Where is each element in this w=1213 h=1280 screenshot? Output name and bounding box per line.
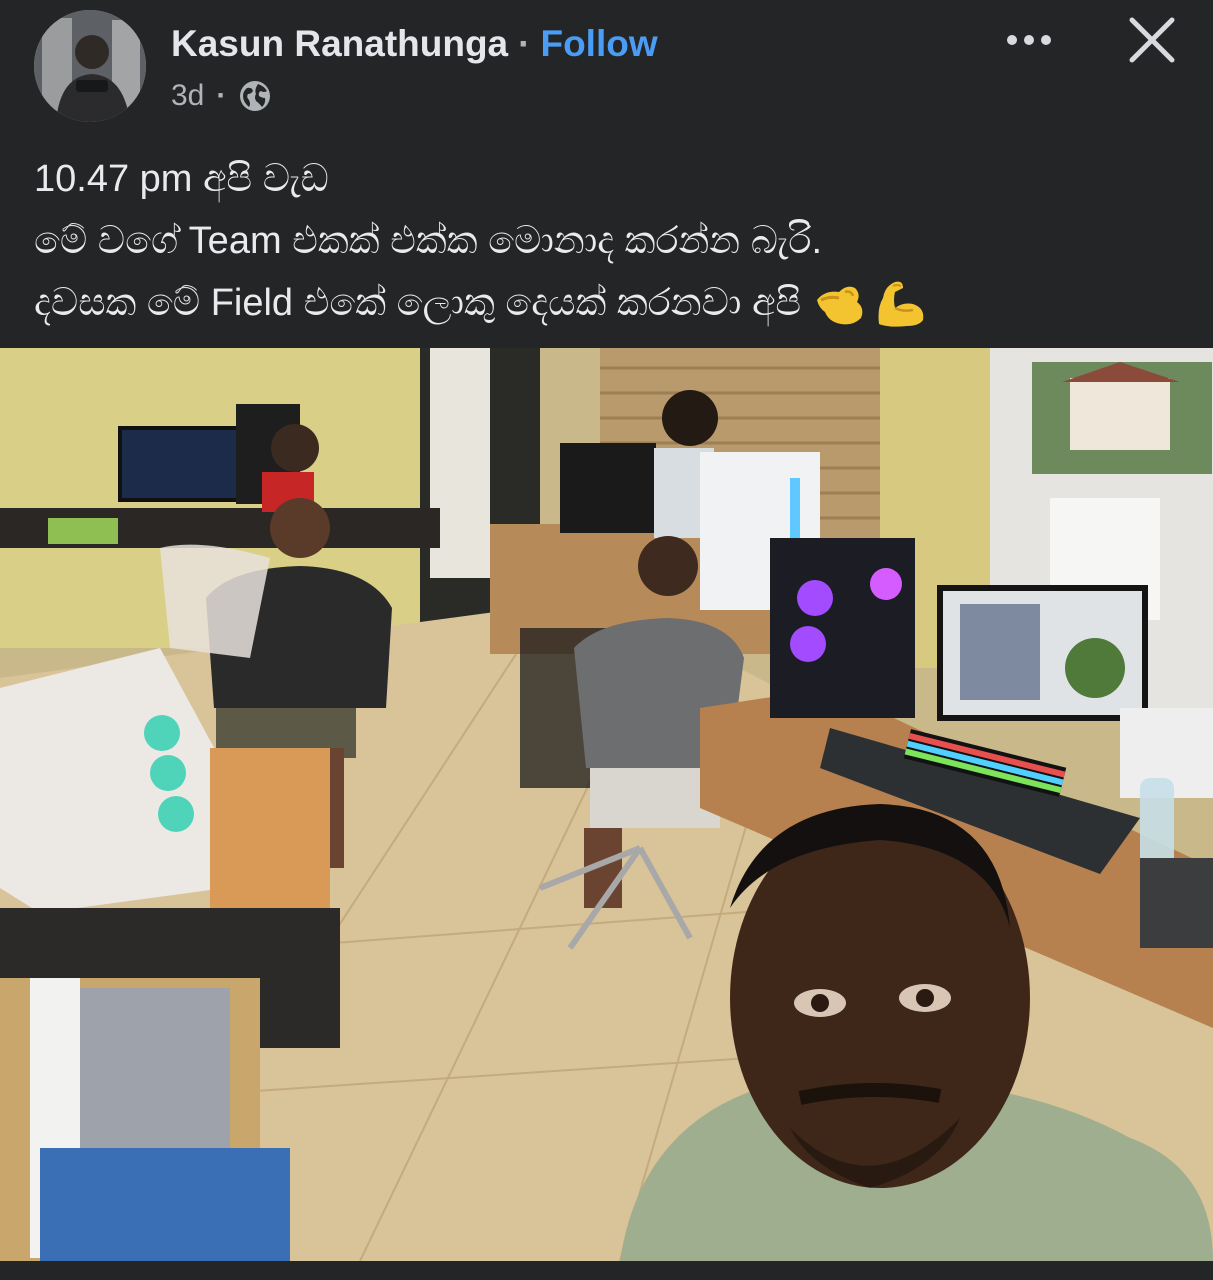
caption-text: 10.47 pm අපි වැඩ [34,158,329,200]
caption-text: මේ වගේ Team එකක් එක්ක මොනාද කරන්න බැරි. [34,220,823,262]
emoji-group [815,278,929,328]
close-icon[interactable] [1124,12,1180,68]
caption-line-2: මේ වගේ Team එකක් එක්ක මොනාද කරන්න බැරි. [34,210,1184,272]
caption-text: දවසක මේ Field එකේ ලොකු දෙයක් කරනවා අපි [34,282,802,324]
post-timestamp[interactable]: 3d [171,79,204,113]
dot [1024,35,1034,45]
author-name[interactable]: Kasun Ranathunga [171,23,508,65]
flexed-biceps-right-emoji [878,281,924,327]
bottom-bar [0,1261,1213,1280]
more-options-icon[interactable] [1000,20,1058,60]
flexed-biceps-left-emoji [817,286,863,325]
author-row: Kasun Ranathunga · Follow [171,18,658,70]
author-avatar[interactable] [34,10,146,122]
globe-icon[interactable] [238,79,272,113]
avatar-image [34,10,146,122]
post-meta: 3d · [171,76,272,116]
photo-illustration [0,348,1213,1261]
post-photo[interactable] [0,348,1213,1261]
caption-line-3: දවසක මේ Field එකේ ලොකු දෙයක් කරනවා අපි [34,272,1184,334]
name-separator: · [518,23,531,64]
caption-line-1: 10.47 pm අපි වැඩ [34,148,1184,210]
dot [1041,35,1051,45]
post-viewer: Kasun Ranathunga · Follow 3d · 10.47 pm … [0,0,1213,1280]
dot [1007,35,1017,45]
follow-button[interactable]: Follow [540,23,657,65]
meta-separator: · [216,79,227,112]
post-caption: 10.47 pm අපි වැඩ මේ වගේ Team එකක් එක්ක ම… [34,148,1184,334]
